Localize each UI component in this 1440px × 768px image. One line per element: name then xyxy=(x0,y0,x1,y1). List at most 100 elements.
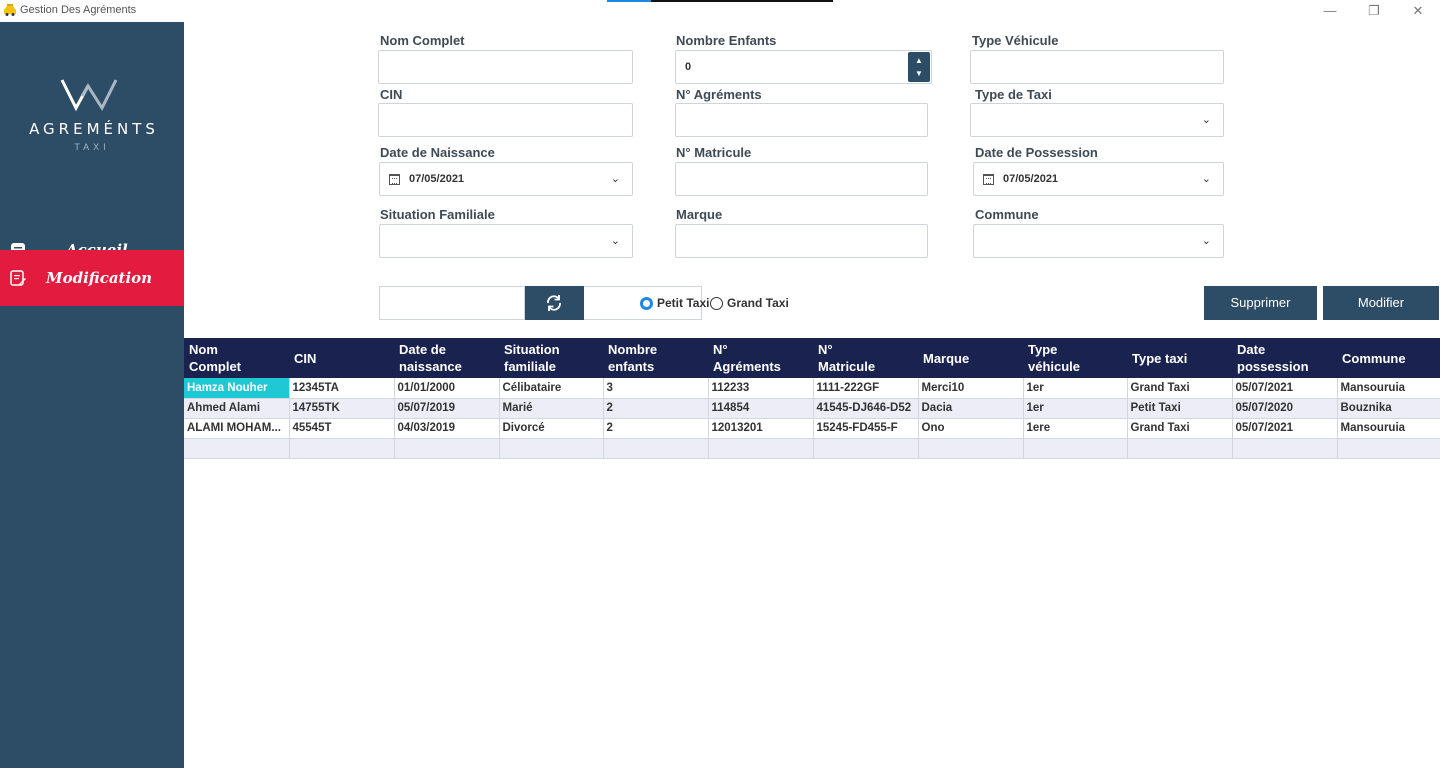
table-cell[interactable]: 41545-DJ646-D52 xyxy=(813,398,919,419)
radio-petit-taxi[interactable] xyxy=(640,297,653,310)
situation-select[interactable]: ⌄ xyxy=(379,224,633,258)
table-row[interactable]: Hamza Nouher 12345TA 01/01/2000 Célibataire… xyxy=(184,378,1440,399)
date-possession-picker[interactable]: 07/05/2021 ⌄ xyxy=(973,162,1224,196)
table-row[interactable]: Ahmed Alami 14755TK 05/07/2019 Marié 2 114854… xyxy=(184,398,1440,419)
nombre-enfants-stepper[interactable]: 0 ▲ ▼ xyxy=(675,50,932,84)
cin-input[interactable] xyxy=(378,103,633,137)
table-cell[interactable]: 12013201 xyxy=(708,418,814,439)
table-cell[interactable]: 04/03/2019 xyxy=(394,418,500,439)
table-cell[interactable] xyxy=(918,438,1024,459)
table-cell[interactable]: 05/07/2021 xyxy=(1232,418,1338,439)
column-header[interactable]: Commune xyxy=(1337,338,1440,378)
edit-document-icon xyxy=(10,270,26,286)
table-cell[interactable]: Ahmed Alami xyxy=(184,398,290,419)
label-commune: Commune xyxy=(975,207,1039,222)
table-cell[interactable]: 2 xyxy=(603,398,709,419)
table-cell[interactable]: 114854 xyxy=(708,398,814,419)
column-header[interactable]: Nombre enfants xyxy=(603,338,708,378)
column-header[interactable]: N° Agréments xyxy=(708,338,813,378)
label-n-agrements: N° Agréments xyxy=(676,87,762,102)
label-nombre-enfants: Nombre Enfants xyxy=(676,33,777,48)
marque-input[interactable] xyxy=(675,224,928,258)
n-matricule-input[interactable] xyxy=(675,162,928,196)
table-cell[interactable] xyxy=(708,438,814,459)
refresh-button[interactable] xyxy=(525,286,584,320)
column-header[interactable]: N° Matricule xyxy=(813,338,918,378)
column-header[interactable]: Date possession xyxy=(1232,338,1337,378)
table-cell[interactable]: Merci10 xyxy=(918,378,1024,399)
restore-icon[interactable]: ❐ xyxy=(1364,3,1384,19)
table-cell[interactable]: 2 xyxy=(603,418,709,439)
column-header[interactable]: Type taxi xyxy=(1127,338,1232,378)
table-cell[interactable]: Dacia xyxy=(918,398,1024,419)
table-cell[interactable] xyxy=(499,438,604,459)
table-cell[interactable]: 01/01/2000 xyxy=(394,378,500,399)
table-cell[interactable] xyxy=(1023,438,1128,459)
radio-grand-taxi[interactable] xyxy=(710,297,723,310)
table-row[interactable]: ALAMI MOHAM... 45545T 04/03/2019 Divorcé 2 12… xyxy=(184,418,1440,439)
commune-select[interactable]: ⌄ xyxy=(973,224,1224,258)
column-header[interactable]: Type véhicule xyxy=(1023,338,1127,378)
column-header[interactable]: Marque xyxy=(918,338,1023,378)
table-cell[interactable] xyxy=(813,438,919,459)
table-cell[interactable]: Petit Taxi xyxy=(1127,398,1233,419)
table-cell[interactable]: Bouznika xyxy=(1337,398,1440,419)
table-cell[interactable]: 112233 xyxy=(708,378,814,399)
label-cin: CIN xyxy=(380,87,403,102)
radio-grand-taxi-label[interactable]: Grand Taxi xyxy=(727,296,789,310)
table-cell[interactable]: 1er xyxy=(1023,398,1128,419)
table-cell[interactable]: Grand Taxi xyxy=(1127,418,1233,439)
table-cell[interactable]: 3 xyxy=(603,378,709,399)
n-agrements-input[interactable] xyxy=(675,103,928,137)
table-cell[interactable]: Grand Taxi xyxy=(1127,378,1233,399)
spin-buttons[interactable]: ▲ ▼ xyxy=(908,52,930,82)
table-cell[interactable]: Ono xyxy=(918,418,1024,439)
date-naissance-picker[interactable]: 07/05/2021 ⌄ xyxy=(379,162,633,196)
table-cell[interactable] xyxy=(1232,438,1338,459)
close-icon[interactable]: ✕ xyxy=(1408,3,1428,19)
type-taxi-select[interactable]: ⌄ xyxy=(970,103,1224,137)
table-cell[interactable]: 45545T xyxy=(289,418,395,439)
nom-complet-input[interactable] xyxy=(378,50,633,84)
table-cell[interactable]: 05/07/2021 xyxy=(1232,378,1338,399)
table-cell[interactable]: Mansouruia xyxy=(1337,378,1440,399)
table-cell[interactable]: ALAMI MOHAM... xyxy=(184,418,290,439)
nav-item-modification[interactable]: Modification xyxy=(0,250,184,306)
table-cell[interactable] xyxy=(1127,438,1233,459)
label-type-taxi: Type de Taxi xyxy=(975,87,1052,102)
table-cell[interactable]: 05/07/2019 xyxy=(394,398,500,419)
modify-button[interactable]: Modifier xyxy=(1323,286,1439,320)
table-cell[interactable]: 1ere xyxy=(1023,418,1128,439)
label-n-matricule: N° Matricule xyxy=(676,145,752,160)
type-vehicule-input[interactable] xyxy=(970,50,1224,84)
chevron-down-icon: ⌄ xyxy=(1201,114,1211,126)
radio-petit-taxi-label[interactable]: Petit Taxi xyxy=(657,296,709,310)
table-cell[interactable]: 1111-222GF xyxy=(813,378,919,399)
table-cell[interactable] xyxy=(289,438,395,459)
table-cell[interactable]: 15245-FD455-F xyxy=(813,418,919,439)
table-cell[interactable]: 14755TK xyxy=(289,398,395,419)
column-header[interactable]: Situation familiale xyxy=(499,338,603,378)
nav-modification-label: Modification xyxy=(46,269,153,287)
search-input[interactable] xyxy=(379,286,525,320)
column-header[interactable]: CIN xyxy=(289,338,394,378)
table-cell[interactable]: Hamza Nouher xyxy=(184,378,290,399)
label-date-naissance: Date de Naissance xyxy=(380,145,495,160)
table-cell[interactable]: Célibataire xyxy=(499,378,604,399)
table-row[interactable] xyxy=(184,438,1440,459)
table-cell[interactable]: Marié xyxy=(499,398,604,419)
table-cell[interactable] xyxy=(1337,438,1440,459)
chevron-down-icon: ⌄ xyxy=(610,235,620,247)
table-cell[interactable]: 12345TA xyxy=(289,378,395,399)
delete-button[interactable]: Supprimer xyxy=(1204,286,1317,320)
table-cell[interactable] xyxy=(394,438,500,459)
column-header[interactable]: Date de naissance xyxy=(394,338,499,378)
column-header[interactable]: Nom Complet xyxy=(184,338,289,378)
table-cell[interactable] xyxy=(184,438,290,459)
table-cell[interactable]: 1er xyxy=(1023,378,1128,399)
table-cell[interactable]: Divorcé xyxy=(499,418,604,439)
table-cell[interactable] xyxy=(603,438,709,459)
table-cell[interactable]: 05/07/2020 xyxy=(1232,398,1338,419)
minimize-icon[interactable]: — xyxy=(1320,3,1340,19)
table-cell[interactable]: Mansouruia xyxy=(1337,418,1440,439)
